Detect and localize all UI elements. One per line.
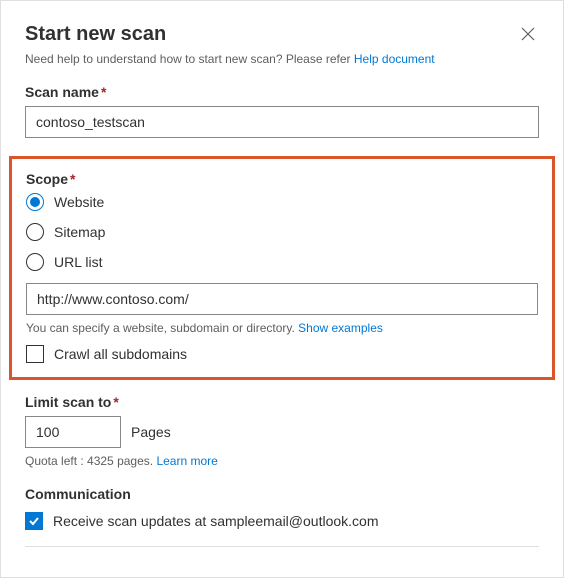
scan-name-input[interactable] [25,106,539,138]
help-document-link[interactable]: Help document [354,52,435,66]
communication-label: Communication [25,486,539,502]
quota-hint: Quota left : 4325 pages. Learn more [25,454,539,468]
radio-label: Sitemap [54,224,105,240]
scope-section-highlight: Scope* Website Sitemap URL list You can … [9,156,555,380]
radio-icon [26,193,44,211]
limit-section: Limit scan to* Pages Quota left : 4325 p… [25,394,539,468]
learn-more-link[interactable]: Learn more [156,454,217,468]
checkbox-label: Receive scan updates at sampleemail@outl… [53,513,379,529]
radio-icon [26,223,44,241]
help-text: Need help to understand how to start new… [25,52,539,66]
scope-radio-website[interactable]: Website [26,193,538,211]
close-button[interactable] [517,23,539,45]
checkbox-icon [25,512,43,530]
scope-label: Scope* [26,171,538,187]
limit-pages-input[interactable] [25,416,121,448]
scan-name-section: Scan name* [25,84,539,138]
help-prefix: Need help to understand how to start new… [25,52,354,66]
scan-name-label: Scan name* [25,84,539,100]
start-new-scan-dialog: Start new scan Need help to understand h… [0,0,564,578]
scope-url-input[interactable] [26,283,538,315]
checkbox-label: Crawl all subdomains [54,346,187,362]
scope-hint: You can specify a website, subdomain or … [26,321,538,335]
limit-row: Pages [25,416,539,448]
divider [25,546,539,547]
show-examples-link[interactable]: Show examples [298,321,383,335]
dialog-title: Start new scan [25,23,166,46]
communication-section: Communication Receive scan updates at sa… [25,486,539,530]
limit-unit: Pages [131,424,171,440]
radio-icon [26,253,44,271]
radio-label: Website [54,194,104,210]
dialog-header: Start new scan [25,23,539,46]
limit-label: Limit scan to* [25,394,539,410]
scope-radio-urllist[interactable]: URL list [26,253,538,271]
close-icon [521,27,535,41]
radio-label: URL list [54,254,103,270]
required-asterisk: * [70,171,75,187]
checkbox-icon [26,345,44,363]
receive-updates-checkbox[interactable]: Receive scan updates at sampleemail@outl… [25,512,539,530]
scope-radio-sitemap[interactable]: Sitemap [26,223,538,241]
required-asterisk: * [113,394,118,410]
crawl-subdomains-checkbox[interactable]: Crawl all subdomains [26,345,538,363]
required-asterisk: * [101,84,106,100]
